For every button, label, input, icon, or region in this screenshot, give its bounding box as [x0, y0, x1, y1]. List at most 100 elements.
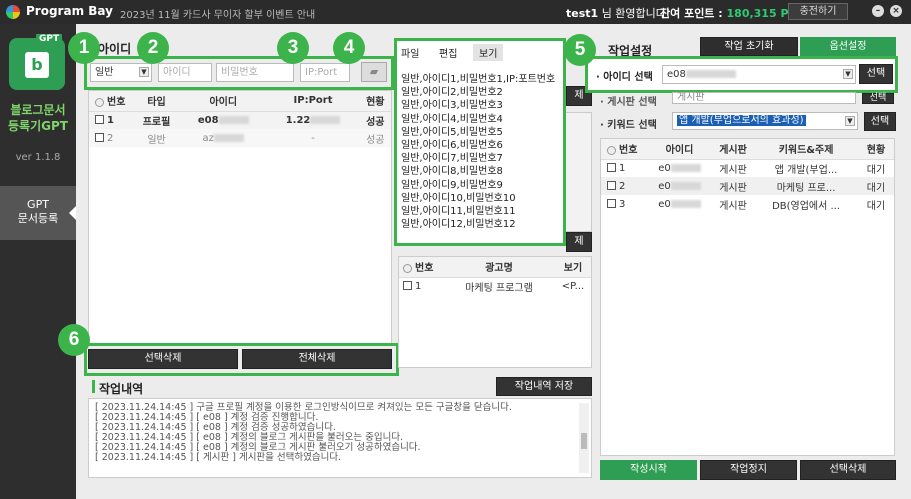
file-line: 일반,아이디2,비밀번호2 — [401, 87, 503, 99]
app-title: 블로그문서 등록기GPT — [0, 102, 76, 134]
row-checkbox[interactable] — [95, 115, 104, 125]
row-checkbox[interactable] — [607, 199, 616, 208]
badge-1: 1 — [68, 32, 100, 64]
cell-keyword: 앱 개발(부업... — [774, 164, 838, 176]
cell-ip: - — [311, 132, 315, 144]
close-icon[interactable]: × — [890, 5, 902, 17]
task-table-panel: 번호 아이디 게시판 키워드&주제 현황 1 e0 게시판 앱 개발(부업...… — [600, 138, 895, 456]
blog-icon: b — [25, 52, 49, 78]
id-input[interactable]: 아이디 — [158, 63, 212, 82]
file-line: 일반,아이디8,비밀번호8 — [401, 166, 503, 178]
chevron-down-icon: ▼ — [845, 116, 855, 126]
account-table-panel: 번호 타입 아이디 IP:Port 현황 1 프로필 e08 1.22 성공 2… — [88, 90, 392, 344]
row-checkbox[interactable] — [607, 163, 616, 173]
side-button-2[interactable]: 제 — [566, 232, 592, 252]
task-reset-button[interactable]: 작업 초기화 — [700, 37, 798, 56]
cell-keyword: 마케팅 프로... — [776, 182, 836, 194]
save-log-button[interactable]: 작업내역 저장 — [496, 377, 592, 396]
file-line: 일반,아이디4,비밀번호4 — [401, 113, 503, 125]
table-row[interactable]: 2 일반 az - 성공 — [89, 129, 391, 147]
task-header-board: 게시판 — [711, 139, 755, 160]
folder-open-icon[interactable]: ▰ — [361, 62, 387, 82]
app-name: Program Bay — [26, 4, 113, 18]
file-line: 일반,아이디3,비밀번호3 — [401, 100, 503, 112]
header-status: 현황 — [359, 91, 391, 112]
minimize-icon[interactable]: – — [872, 5, 884, 17]
id-select-button[interactable]: 선택 — [859, 64, 893, 84]
start-writing-button[interactable]: 작성시작 — [600, 460, 697, 480]
table-row[interactable]: 3 e0 게시판 DB(영업에서 ... 대기 — [601, 195, 894, 213]
row-checkbox[interactable] — [403, 281, 412, 291]
charge-button[interactable]: 충전하기 — [788, 3, 848, 20]
account-type-select[interactable]: 일반 ▼ — [90, 63, 152, 82]
menu-view[interactable]: 보기 — [473, 44, 504, 61]
table-row[interactable]: 1 마케팅 프로그램 <P... — [399, 277, 591, 295]
popup-menu-bar: 파일 편집 보기 — [397, 41, 563, 61]
cell-keyword: DB(영업에서 ... — [772, 200, 841, 212]
ad-table-panel: 번호 광고명 보기 1 마케팅 프로그램 <P... — [398, 256, 592, 368]
badge-6: 6 — [58, 324, 90, 356]
sidebar-item-line2: 문서등록 — [17, 212, 59, 225]
app-title-line1: 블로그문서 — [10, 103, 66, 117]
cell-status: 성공 — [366, 134, 385, 146]
log-title-marker — [92, 380, 95, 393]
ip-port-input[interactable]: IP:Port — [300, 63, 350, 82]
id-select-dropdown[interactable]: e08 ▼ — [662, 65, 856, 84]
title-bar: Program Bay 2023년 11월 카드사 무이자 할부 이벤트 안내 … — [0, 0, 911, 24]
sidebar-item-gpt-document[interactable]: GPT 문서등록 — [0, 186, 76, 240]
table-row[interactable]: 1 프로필 e08 1.22 성공 — [89, 111, 391, 129]
keyword-select-button[interactable]: 선택 — [864, 112, 896, 131]
task-header-num: 번호 — [601, 139, 647, 160]
password-input[interactable]: 비밀번호 — [216, 63, 294, 82]
points-value: 180,315 P — [726, 7, 789, 20]
stop-task-button[interactable]: 작업정지 — [700, 460, 797, 480]
delete-selected-tasks-button[interactable]: 선택삭제 — [800, 460, 896, 480]
log-title: 작업내역 — [99, 382, 144, 396]
file-line: 일반,아이디1,비밀번호1,IP:포트번호 — [401, 74, 556, 85]
header-id: 아이디 — [180, 91, 267, 112]
cell-id: e0 — [647, 195, 712, 213]
sidebar-item-line1: GPT — [27, 198, 49, 211]
log-scrollbar[interactable] — [579, 403, 589, 473]
delete-selected-accounts-button[interactable]: 선택삭제 — [88, 349, 238, 369]
row-checkbox[interactable] — [95, 133, 104, 142]
app-title-line2: 등록기GPT — [8, 119, 68, 133]
options-settings-button[interactable]: 옵션설정 — [800, 37, 896, 56]
board-select-button[interactable]: 선택 — [862, 93, 894, 104]
delete-all-accounts-button[interactable]: 전체삭제 — [242, 349, 392, 369]
ad-header-num: 번호 — [399, 257, 443, 278]
ad-header-name: 광고명 — [443, 257, 555, 278]
table-row[interactable]: 1 e0 게시판 앱 개발(부업... 대기 — [601, 159, 894, 177]
header-ip: IP:Port — [266, 91, 360, 112]
task-select-all-radio[interactable] — [607, 145, 616, 155]
log-scrollbar-thumb[interactable] — [581, 433, 587, 449]
cell-ad-view: <P... — [561, 280, 585, 292]
log-panel: [ 2023.11.24.14:45 ] 구글 프로필 계정을 이용한 로그인방… — [88, 398, 592, 478]
badge-5: 5 — [564, 34, 596, 66]
cell-id: az — [180, 129, 266, 147]
welcome-text: test1 님 환영합니다! — [566, 5, 670, 21]
notice-link[interactable]: 2023년 11월 카드사 무이자 할부 이벤트 안내 — [120, 6, 315, 21]
board-select-dropdown[interactable]: 게시판 — [672, 92, 856, 104]
menu-file[interactable]: 파일 — [401, 45, 419, 60]
app-icon: b — [9, 38, 65, 90]
cell-status: 대기 — [866, 164, 886, 176]
log-line: [ 2023.11.24.14:45 ] [ 게시판 ] 게시판을 선택하였습니… — [95, 452, 342, 463]
file-line: 일반,아이디12,비밀번호12 — [401, 219, 516, 231]
ad-select-all-radio[interactable] — [403, 263, 412, 273]
cell-id: e0 — [647, 159, 712, 177]
cell-id: e0 — [647, 177, 712, 195]
row-checkbox[interactable] — [607, 181, 616, 190]
table-row[interactable]: 2 e0 게시판 마케팅 프로... 대기 — [601, 177, 894, 195]
file-line: 일반,아이디5,비밀번호5 — [401, 126, 503, 138]
id-select-label: · 아이디 선택 — [596, 72, 653, 83]
cell-board: 게시판 — [719, 200, 747, 212]
keyword-select-dropdown[interactable]: 앱 개발(부업으로서의 효과성) ▼ — [672, 112, 858, 130]
cell-status: 대기 — [866, 182, 886, 194]
ad-header-view: 보기 — [555, 257, 591, 278]
select-all-radio[interactable] — [95, 97, 104, 107]
cell-board: 게시판 — [719, 164, 747, 176]
cell-type: 프로필 — [142, 116, 171, 128]
menu-edit[interactable]: 편집 — [439, 45, 457, 60]
board-select-label: · 게시판 선택 — [600, 97, 657, 108]
